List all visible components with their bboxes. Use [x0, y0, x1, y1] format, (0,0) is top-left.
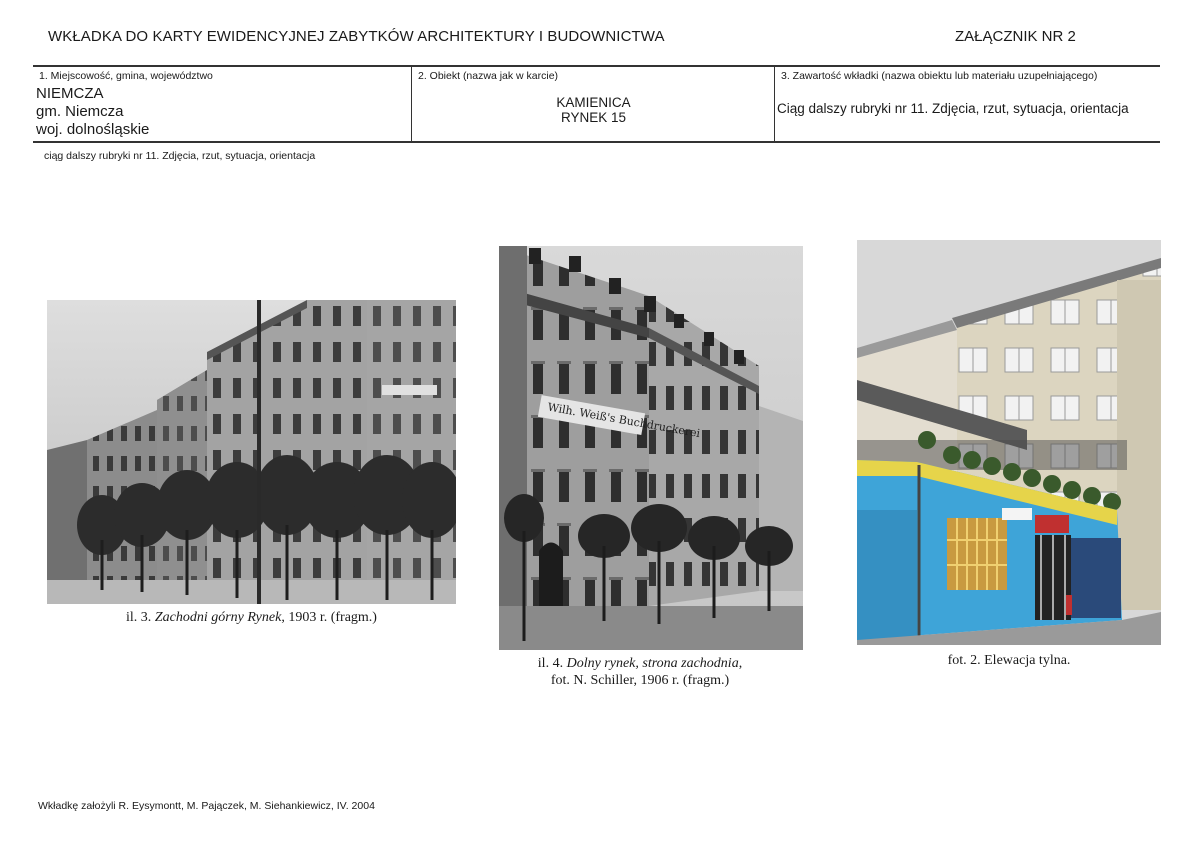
- object-type: KAMIENICA: [556, 95, 631, 110]
- content-value: Ciąg dalszy rubryki nr 11. Zdjęcia, rzut…: [777, 101, 1129, 116]
- caption-line-2: fot. N. Schiller, 1906 r. (fragm.): [550, 673, 730, 688]
- section-subtitle: ciąg dalszy rubryki nr 11. Zdjęcia, rzut…: [44, 150, 316, 162]
- caption-number: il. 3.: [126, 610, 152, 625]
- rear-elevation-photo: [857, 240, 1161, 645]
- object-name: KAMIENICA RYNEK 15: [412, 95, 775, 125]
- caption-line-1: il. 4. Dolny rynek, strona zachodnia,: [470, 655, 810, 672]
- object-address: RYNEK 15: [560, 110, 627, 125]
- content-label: 3. Zawartość wkładki (nazwa obiektu lub …: [781, 70, 1098, 82]
- caption-title: Zachodni górny Rynek: [154, 610, 282, 625]
- caption-punct: ,: [738, 656, 743, 671]
- historic-photo-1903: [47, 300, 456, 604]
- document-title: WKŁADKA DO KARTY EWIDENCYJNEJ ZABYTKÓW A…: [48, 28, 665, 45]
- location-label: 1. Miejscowość, gmina, województwo: [39, 70, 213, 82]
- caption-title: Dolny rynek, strona zachodnia: [566, 656, 739, 671]
- caption-photo-1903: il. 3. Zachodni górny Rynek, 1903 r. (fr…: [47, 609, 456, 626]
- location-cell: 1. Miejscowość, gmina, województwo NIEMC…: [33, 67, 411, 141]
- object-cell: 2. Obiekt (nazwa jak w karcie) KAMIENICA…: [411, 67, 775, 141]
- annex-label: ZAŁĄCZNIK NR 2: [955, 28, 1076, 45]
- authors-footer: Wkładkę założyli R. Eysymontt, M. Pającz…: [38, 800, 375, 812]
- caption-number: il. 4.: [537, 656, 564, 671]
- commune-name: gm. Niemcza: [36, 103, 124, 120]
- town-name: NIEMCZA: [36, 85, 104, 102]
- object-label: 2. Obiekt (nazwa jak w karcie): [418, 70, 559, 82]
- historic-photo-1906: Wilh. Weiß's Buchdruckerei: [499, 246, 803, 650]
- content-cell: 3. Zawartość wkładki (nazwa obiektu lub …: [774, 67, 1161, 141]
- voivodeship-name: woj. dolnośląskie: [36, 121, 150, 138]
- info-table: 1. Miejscowość, gmina, województwo NIEMC…: [33, 65, 1160, 143]
- caption-rear-elevation: fot. 2. Elewacja tylna.: [947, 653, 1071, 668]
- caption-photo-1906: il. 4. Dolny rynek, strona zachodnia, fo…: [470, 655, 810, 689]
- caption-date: , 1903 r. (fragm.): [281, 610, 377, 625]
